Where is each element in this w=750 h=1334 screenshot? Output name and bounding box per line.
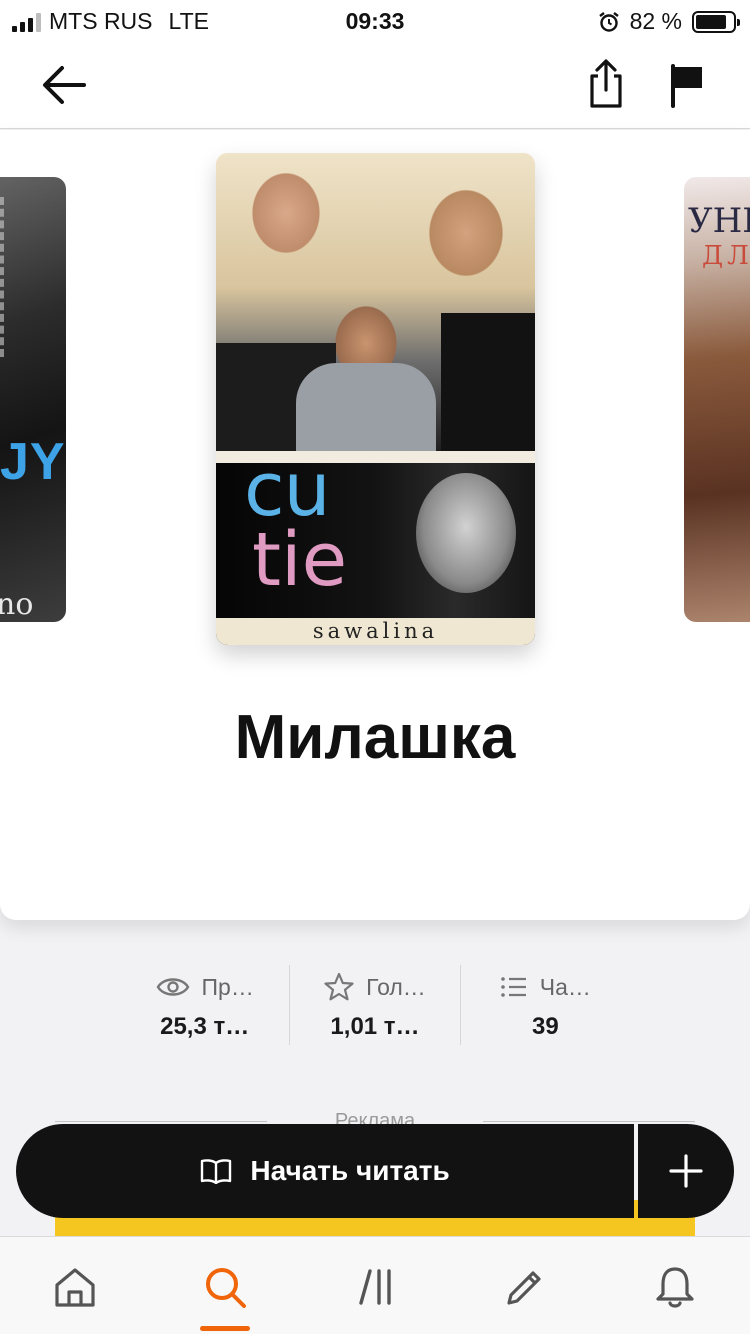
stat-header: Пр… bbox=[120, 965, 289, 1009]
cover-text: JY bbox=[0, 433, 66, 491]
stat-label: Ча… bbox=[539, 973, 591, 1000]
battery-percent: 82 % bbox=[629, 8, 682, 34]
book-hero-card: JY no cu tie sawalina УНИ ДЛ Милашка bbox=[0, 130, 750, 920]
cover-art bbox=[296, 363, 436, 451]
status-right: 82 % bbox=[598, 8, 740, 35]
stat-header: Ча… bbox=[461, 965, 630, 1009]
start-reading-label: Начать читать bbox=[250, 1155, 450, 1186]
eye-icon bbox=[156, 978, 189, 996]
book-title: Милашка bbox=[234, 703, 516, 772]
home-icon bbox=[55, 1268, 95, 1307]
tab-bar bbox=[0, 1236, 750, 1334]
stat-views[interactable]: Пр… 25,3 т… bbox=[120, 965, 289, 1045]
cover-art bbox=[441, 313, 535, 451]
tab-library[interactable] bbox=[347, 1257, 407, 1317]
divider bbox=[483, 1121, 695, 1122]
book-stats: Пр… 25,3 т… Гол… 1,01 т… Ча… 39 bbox=[120, 965, 630, 1045]
stat-header: Гол… bbox=[290, 965, 459, 1009]
tab-search[interactable] bbox=[195, 1257, 255, 1317]
cover-text: УНИ bbox=[688, 201, 750, 241]
next-book-cover[interactable]: УНИ ДЛ bbox=[684, 177, 750, 622]
active-tab-indicator bbox=[200, 1326, 250, 1331]
cover-art bbox=[0, 197, 14, 357]
stat-label: Пр… bbox=[201, 973, 254, 1000]
add-to-library-button[interactable] bbox=[638, 1124, 734, 1218]
cover-art bbox=[416, 473, 516, 593]
flag-icon bbox=[671, 64, 702, 108]
stat-value: 25,3 т… bbox=[160, 1013, 250, 1040]
tab-home[interactable] bbox=[45, 1257, 105, 1317]
top-nav bbox=[0, 42, 750, 129]
list-icon bbox=[500, 977, 526, 997]
battery-level bbox=[696, 14, 726, 29]
share-icon bbox=[590, 59, 622, 108]
status-bar: MTS RUS LTE 09:33 82 % bbox=[0, 0, 750, 42]
plus-icon bbox=[669, 1154, 703, 1188]
arrow-left-icon bbox=[43, 66, 86, 104]
pencil-icon bbox=[507, 1271, 541, 1305]
start-reading-button[interactable]: Начать читать bbox=[16, 1124, 634, 1218]
report-button[interactable] bbox=[664, 62, 708, 110]
library-icon bbox=[359, 1269, 391, 1305]
share-button[interactable] bbox=[584, 58, 628, 110]
book-open-icon bbox=[201, 1159, 232, 1184]
tab-notifications[interactable] bbox=[645, 1257, 705, 1317]
star-icon bbox=[324, 972, 354, 1001]
stat-votes[interactable]: Гол… 1,01 т… bbox=[289, 965, 459, 1045]
cover-title-line1: cu bbox=[244, 447, 331, 533]
tab-write[interactable] bbox=[495, 1257, 555, 1317]
search-icon bbox=[206, 1268, 246, 1308]
cover-title-line2: tie bbox=[252, 517, 348, 603]
bell-icon bbox=[656, 1267, 694, 1308]
prev-book-cover[interactable]: JY no bbox=[0, 177, 66, 622]
stat-chapters[interactable]: Ча… 39 bbox=[459, 965, 630, 1045]
cover-caption: no bbox=[0, 587, 34, 622]
cover-author-sign: sawalina bbox=[312, 619, 439, 643]
book-cover[interactable]: cu tie sawalina bbox=[216, 153, 535, 645]
battery-icon bbox=[692, 10, 740, 33]
stat-value: 39 bbox=[531, 1013, 559, 1040]
stat-value: 1,01 т… bbox=[330, 1013, 420, 1040]
stat-label: Гол… bbox=[366, 973, 426, 1000]
alarm-icon bbox=[598, 11, 619, 32]
cover-text: ДЛ bbox=[702, 241, 750, 271]
back-button[interactable] bbox=[38, 62, 90, 108]
